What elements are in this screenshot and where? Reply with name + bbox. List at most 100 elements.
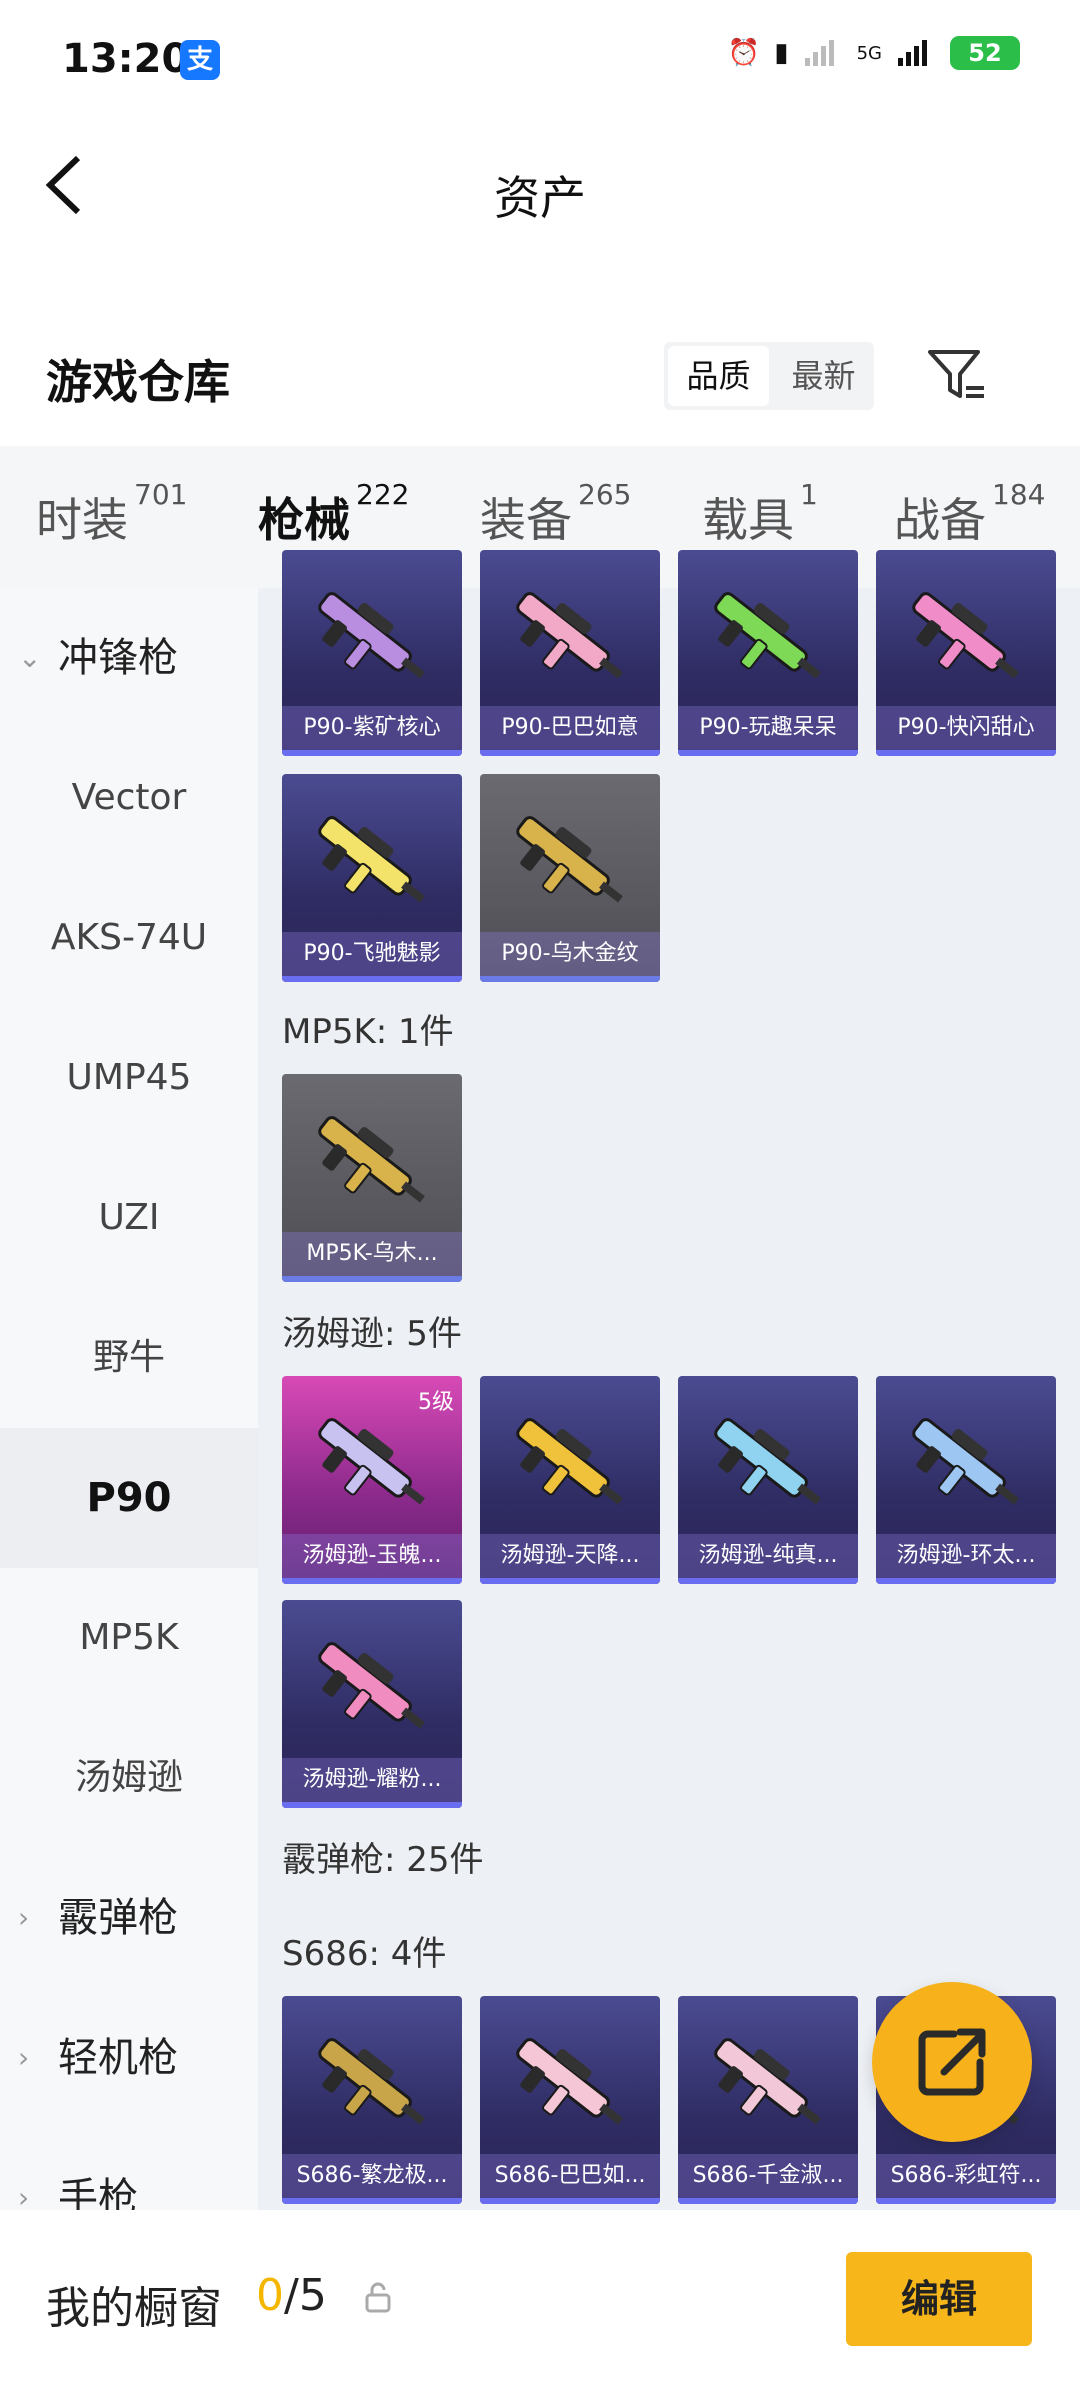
- showcase-count-current: 0: [256, 2270, 284, 2321]
- sidebar-item-ump45[interactable]: UMP45: [0, 1008, 258, 1148]
- tab-count: 222: [356, 478, 410, 511]
- vibrate-icon: ▮: [774, 38, 789, 68]
- skin-card[interactable]: S686-巴巴如...: [480, 1996, 660, 2204]
- skin-name: 汤姆逊-玉魄...: [282, 1534, 462, 1578]
- alarm-icon: ⏰: [727, 38, 761, 68]
- sidebar-group-lmg[interactable]: › 轻机枪: [0, 1988, 258, 2128]
- tab-firearms[interactable]: 枪械 222: [258, 478, 409, 550]
- rarity-bar: [282, 2198, 462, 2204]
- weapon-skin-image: [516, 592, 623, 679]
- sidebar-group-pistol[interactable]: › 手枪: [0, 2128, 258, 2210]
- tab-vehicles[interactable]: 载具 1: [702, 478, 818, 550]
- sidebar-item-aks74u[interactable]: AKS-74U: [0, 868, 258, 1008]
- status-icons: ⏰ ▮ 5G 52: [728, 36, 1020, 70]
- chevron-right-icon: ›: [18, 1901, 30, 1934]
- tab-count: 265: [578, 478, 632, 511]
- sort-quality-option[interactable]: 品质: [668, 346, 769, 406]
- tab-label: 枪械: [258, 493, 350, 547]
- skin-card[interactable]: 汤姆逊-环太...: [876, 1376, 1056, 1584]
- weapon-skin-image: [318, 1116, 425, 1203]
- wifi-off-icon: [804, 40, 834, 66]
- rarity-bar: [282, 1802, 462, 1808]
- weapon-skin-image: [318, 1418, 425, 1505]
- skin-card[interactable]: P90-乌木金纹: [480, 774, 660, 982]
- weapon-skin-image: [714, 1418, 821, 1505]
- tab-combat-prep[interactable]: 战备 184: [894, 478, 1045, 550]
- skin-card[interactable]: P90-飞驰魅影: [282, 774, 462, 982]
- skin-card[interactable]: P90-巴巴如意: [480, 550, 660, 756]
- tab-label: 装备: [480, 493, 572, 547]
- skin-name: S686-巴巴如...: [480, 2154, 660, 2198]
- skin-card[interactable]: S686-千金淑...: [678, 1996, 858, 2204]
- sidebar-item-label: 轻机枪: [58, 2035, 178, 2081]
- skin-name: S686-千金淑...: [678, 2154, 858, 2198]
- tab-label: 载具: [702, 493, 794, 547]
- skin-card[interactable]: P90-紫矿核心: [282, 550, 462, 756]
- sort-toggle: 品质 最新: [664, 342, 874, 410]
- weapon-skin-image: [318, 816, 425, 903]
- rarity-bar: [876, 1578, 1056, 1584]
- skin-card[interactable]: 汤姆逊-天降...: [480, 1376, 660, 1584]
- tab-label: 战备: [894, 493, 986, 547]
- warehouse-title: 游戏仓库: [46, 355, 230, 409]
- sort-newest-option[interactable]: 最新: [773, 342, 874, 410]
- skin-name: P90-快闪甜心: [876, 706, 1056, 750]
- skin-name: MP5K-乌木...: [282, 1232, 462, 1276]
- sidebar-group-shotgun[interactable]: › 霰弹枪: [0, 1848, 258, 1988]
- tab-count: 701: [134, 478, 188, 511]
- skin-name: 汤姆逊-纯真...: [678, 1534, 858, 1578]
- level-badge: 5级: [418, 1390, 454, 1415]
- rarity-bar: [282, 750, 462, 756]
- battery-icon: 52: [950, 36, 1020, 70]
- skin-name: P90-玩趣呆呆: [678, 706, 858, 750]
- skin-name: P90-巴巴如意: [480, 706, 660, 750]
- edit-button[interactable]: 编辑: [846, 2252, 1032, 2346]
- status-time: 13:20: [62, 36, 190, 82]
- weapon-skin-image: [516, 1418, 623, 1505]
- skin-card[interactable]: 汤姆逊-纯真...: [678, 1376, 858, 1584]
- filter-button[interactable]: [924, 344, 988, 408]
- skin-name: 汤姆逊-环太...: [876, 1534, 1056, 1578]
- tab-label: 时装: [36, 493, 128, 547]
- chevron-down-icon: ⌄: [18, 641, 42, 674]
- skin-name: 汤姆逊-耀粉...: [282, 1758, 462, 1802]
- skin-card[interactable]: MP5K-乌木...: [282, 1074, 462, 1282]
- sidebar-group-smg[interactable]: ⌄ 冲锋枪: [0, 588, 258, 728]
- rarity-bar: [282, 1276, 462, 1282]
- skin-name: P90-紫矿核心: [282, 706, 462, 750]
- share-button[interactable]: [872, 1982, 1032, 2142]
- tab-fashion[interactable]: 时装 701: [36, 478, 187, 550]
- tab-count: 184: [992, 478, 1046, 511]
- showcase-count: 0/5: [256, 2270, 327, 2321]
- skin-card[interactable]: P90-快闪甜心: [876, 550, 1056, 756]
- weapon-skin-image: [318, 1642, 425, 1729]
- skin-name: S686-彩虹符...: [876, 2154, 1056, 2198]
- weapon-skin-image: [516, 2038, 623, 2125]
- sidebar-item-thompson[interactable]: 汤姆逊: [0, 1708, 258, 1848]
- weapon-skin-image: [516, 816, 623, 903]
- sidebar-item-mp5k[interactable]: MP5K: [0, 1568, 258, 1708]
- sidebar-item-bizon[interactable]: 野牛: [0, 1288, 258, 1428]
- section-title-thompson: 汤姆逊: 5件: [282, 1314, 462, 1354]
- skin-card[interactable]: S686-繁龙极...: [282, 1996, 462, 2204]
- weapon-skin-image: [318, 2038, 425, 2125]
- skin-card[interactable]: 汤姆逊-耀粉...: [282, 1600, 462, 1808]
- rarity-bar: [678, 2198, 858, 2204]
- sidebar-item-uzi[interactable]: UZI: [0, 1148, 258, 1288]
- skin-card[interactable]: 5级汤姆逊-玉魄...: [282, 1376, 462, 1584]
- weapon-sidebar: ⌄ 冲锋枪 Vector AKS-74U UMP45 UZI 野牛 P90 MP5…: [0, 588, 258, 2210]
- showcase-label: 我的橱窗: [46, 2283, 222, 2334]
- sidebar-item-label: 手枪: [58, 2175, 138, 2210]
- sidebar-item-p90[interactable]: P90: [0, 1428, 258, 1568]
- section-title-mp5k: MP5K: 1件: [282, 1012, 454, 1052]
- rarity-bar: [876, 750, 1056, 756]
- signal-icon: [898, 40, 927, 66]
- tab-equipment[interactable]: 装备 265: [480, 478, 631, 550]
- lock-icon: [364, 2280, 392, 2314]
- page-title: 资产: [494, 171, 586, 225]
- sidebar-item-vector[interactable]: Vector: [0, 728, 258, 868]
- rarity-bar: [480, 750, 660, 756]
- skin-card[interactable]: P90-玩趣呆呆: [678, 550, 858, 756]
- rarity-bar: [282, 976, 462, 982]
- filter-icon: [928, 350, 984, 398]
